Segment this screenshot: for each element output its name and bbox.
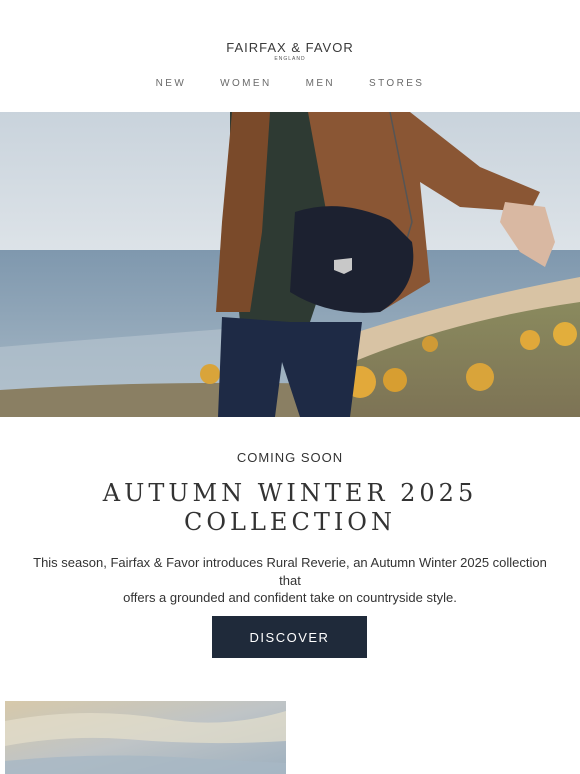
nav-item-new[interactable]: NEW (139, 78, 204, 89)
logo-subtitle: ENGLAND (274, 56, 306, 62)
collection-title: AUTUMN WINTER 2025 COLLECTION (0, 479, 580, 537)
main-nav: NEW WOMEN MEN STORES (0, 78, 580, 89)
collection-description: This season, Fairfax & Favor introduces … (30, 554, 550, 607)
coming-soon-label: COMING SOON (236, 450, 344, 465)
nav-item-men[interactable]: MEN (289, 78, 352, 89)
discover-button[interactable]: DISCOVER (212, 616, 367, 658)
logo-wordmark: FAIRFAX & FAVOR (226, 40, 354, 55)
brand-logo[interactable]: FAIRFAX & FAVOR ENGLAND (0, 40, 580, 62)
title-line-1: AUTUMN WINTER 2025 (102, 479, 478, 507)
title-line-2: COLLECTION (184, 508, 396, 536)
email-header: FAIRFAX & FAVOR ENGLAND NEW WOMEN MEN ST… (0, 0, 580, 112)
description-line-2: offers a grounded and confident take on … (123, 590, 457, 605)
description-line-1: This season, Fairfax & Favor introduces … (33, 555, 547, 588)
nav-item-women[interactable]: WOMEN (203, 78, 288, 89)
hero-image[interactable] (0, 112, 580, 417)
secondary-image[interactable] (5, 701, 286, 774)
nav-item-stores[interactable]: STORES (352, 78, 441, 89)
